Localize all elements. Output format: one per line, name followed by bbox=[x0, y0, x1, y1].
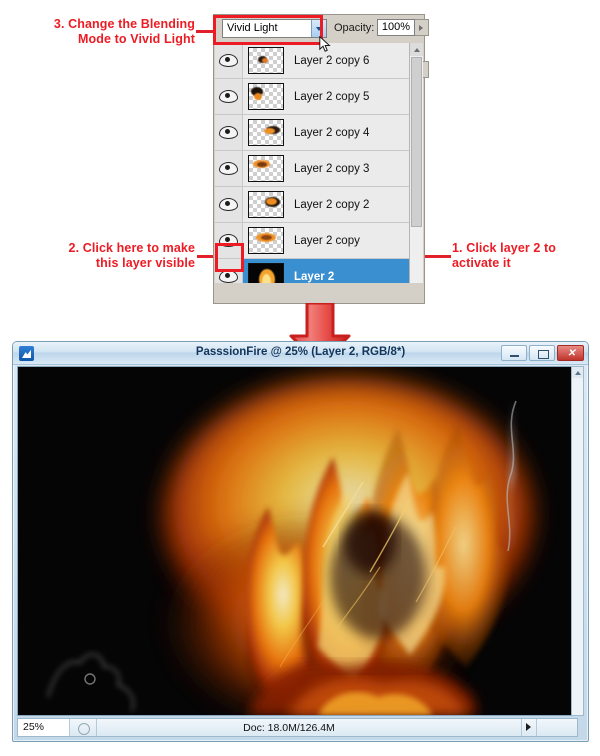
mouse-cursor-icon bbox=[319, 36, 331, 53]
opacity-input[interactable]: 100% bbox=[377, 19, 415, 36]
opacity-stepper[interactable] bbox=[415, 19, 429, 36]
document-size-info: Doc: 18.0M/126.4M bbox=[243, 721, 335, 734]
layer-name: Layer 2 bbox=[294, 270, 335, 283]
layer-name: Layer 2 copy 3 bbox=[294, 162, 370, 175]
maximize-button[interactable] bbox=[529, 345, 555, 361]
document-statusbar: 25% Doc: 18.0M/126.4M bbox=[17, 718, 578, 737]
annotation-step-1: 1. Click layer 2 to activate it bbox=[452, 241, 557, 270]
layers-panel: Vivid Light Opacity: 100% Lock: Fill: 10… bbox=[213, 14, 429, 304]
status-menu-arrow-icon[interactable] bbox=[521, 719, 536, 736]
statusbar-tail bbox=[536, 719, 577, 736]
layer-thumbnail[interactable] bbox=[248, 155, 284, 182]
layer-row[interactable]: Layer 2 copy 5 bbox=[215, 79, 411, 115]
layer-row[interactable]: Layer 2 copy 4 bbox=[215, 115, 411, 151]
fire-artwork bbox=[18, 367, 577, 715]
highlight-box-blend-mode bbox=[213, 15, 323, 45]
window-titlebar[interactable]: PasssionFire @ 25% (Layer 2, RGB/8*) ✕ bbox=[13, 342, 588, 365]
minimize-icon bbox=[510, 355, 519, 357]
leader-line-step-1 bbox=[421, 255, 451, 258]
layer-name: Layer 2 copy 5 bbox=[294, 90, 370, 103]
layer-visibility-toggle[interactable] bbox=[215, 151, 243, 186]
layer-visibility-toggle[interactable] bbox=[215, 79, 243, 114]
highlight-box-eye-toggle bbox=[215, 243, 244, 272]
status-preview-icon bbox=[70, 719, 97, 736]
minimize-button[interactable] bbox=[501, 345, 527, 361]
layer-row[interactable]: Layer 2 copy 3 bbox=[215, 151, 411, 187]
scroll-up-icon[interactable] bbox=[410, 43, 423, 56]
layer-thumbnail[interactable] bbox=[248, 47, 284, 74]
annotation-step-2: 2. Click here to make this layer visible bbox=[68, 241, 195, 270]
eye-icon bbox=[219, 126, 238, 139]
layer-name: Layer 2 copy 4 bbox=[294, 126, 370, 139]
layer-name: Layer 2 copy bbox=[294, 234, 360, 247]
layer-row[interactable]: Layer 2 copy bbox=[215, 223, 411, 259]
eye-icon bbox=[219, 54, 238, 67]
layer-list[interactable]: Layer 2 copy 6 Layer 2 copy 5 Layer 2 co… bbox=[215, 43, 411, 283]
layer-thumbnail[interactable] bbox=[248, 119, 284, 146]
eye-icon bbox=[219, 198, 238, 211]
layer-name: Layer 2 copy 6 bbox=[294, 54, 370, 67]
close-icon: ✕ bbox=[567, 348, 576, 359]
layer-thumbnail[interactable] bbox=[248, 83, 284, 110]
scroll-up-icon[interactable] bbox=[572, 367, 583, 378]
scrollbar-thumb[interactable] bbox=[411, 57, 422, 227]
photoshop-document-window: PasssionFire @ 25% (Layer 2, RGB/8*) ✕ 2… bbox=[12, 341, 589, 742]
eye-icon bbox=[219, 162, 238, 175]
layer-visibility-toggle[interactable] bbox=[215, 187, 243, 222]
layer-visibility-toggle[interactable] bbox=[215, 43, 243, 78]
canvas-vertical-scrollbar[interactable] bbox=[571, 366, 584, 716]
opacity-label: Opacity: bbox=[334, 22, 375, 34]
layer-name: Layer 2 copy 2 bbox=[294, 198, 370, 211]
annotation-step-3: 3. Change the Blending Mode to Vivid Lig… bbox=[53, 17, 195, 46]
layer-visibility-toggle[interactable] bbox=[215, 115, 243, 150]
zoom-level-input[interactable]: 25% bbox=[18, 719, 70, 736]
eye-icon bbox=[219, 90, 238, 103]
layer-thumbnail[interactable] bbox=[248, 263, 284, 283]
layer-thumbnail[interactable] bbox=[248, 191, 284, 218]
layer-row[interactable]: Layer 2 copy 6 bbox=[215, 43, 411, 79]
layers-panel-scrollbar[interactable] bbox=[409, 43, 423, 283]
maximize-icon bbox=[538, 350, 549, 359]
document-canvas[interactable] bbox=[17, 366, 578, 716]
close-button[interactable]: ✕ bbox=[557, 345, 584, 361]
layer-row-selected[interactable]: Layer 2 bbox=[215, 259, 411, 283]
layer-row[interactable]: Layer 2 copy 2 bbox=[215, 187, 411, 223]
layer-thumbnail[interactable] bbox=[248, 227, 284, 254]
